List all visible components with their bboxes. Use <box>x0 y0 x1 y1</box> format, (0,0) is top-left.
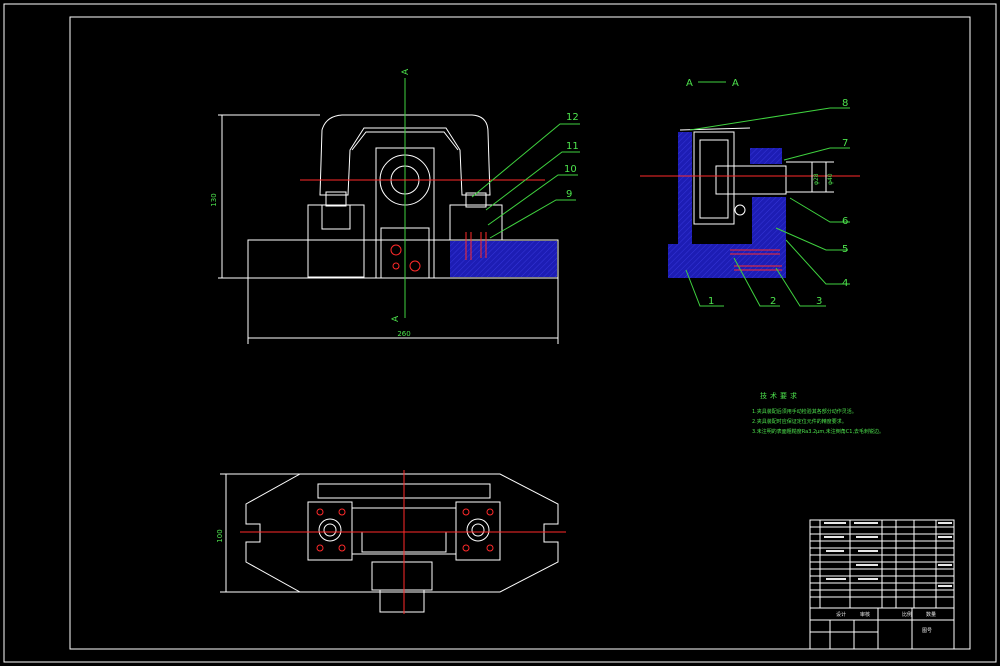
top-hole-b <box>338 508 346 516</box>
title-qty: 数量 <box>926 611 936 618</box>
leader-5 <box>775 227 848 251</box>
section-small-hole <box>734 204 746 216</box>
leader-6 <box>789 197 850 223</box>
balloon-5: 5 <box>842 244 848 255</box>
front-dim-height-text: 130 <box>210 193 218 206</box>
title-block: 设计 审核 比例 数量 图号 <box>809 519 955 650</box>
balloon-6: 6 <box>842 216 848 227</box>
front-left-bolt <box>325 191 347 207</box>
balloon-10: 10 <box>564 164 577 175</box>
balloon-1: 1 <box>708 296 714 307</box>
section-top-block <box>750 148 782 164</box>
balloon-4: 4 <box>842 278 848 289</box>
top-right-clamp <box>455 501 501 561</box>
tech-requirement-line-1: 1.夹具装配后须用手动检验其各部分动作灵活。 <box>752 408 857 415</box>
leader-7 <box>783 147 850 161</box>
top-right-bolt-inner <box>471 523 485 537</box>
tech-requirements: 技术要求 1.夹具装配后须用手动检验其各部分动作灵活。 2.夹具装配时应保证定位… <box>752 391 884 435</box>
section-upright <box>678 132 692 246</box>
front-dim-height <box>218 114 320 279</box>
front-hole-1 <box>390 244 402 256</box>
inner-frame <box>69 16 971 650</box>
top-dim-height-text: 100 <box>216 529 224 542</box>
front-hole-2 <box>409 260 421 272</box>
section-right-block <box>752 197 786 247</box>
top-hole-d <box>338 544 346 552</box>
top-base-outline <box>245 473 559 593</box>
title-scale: 比例 <box>902 611 912 618</box>
top-hole-c <box>316 544 324 552</box>
section-title-right: A <box>732 78 739 89</box>
section-dim-2: φ40 <box>827 173 834 185</box>
tech-requirements-title: 技术要求 <box>760 391 800 400</box>
section-base <box>668 244 786 278</box>
tech-requirement-line-2: 2.夹具装配时应保证定位元件的精度要求。 <box>752 418 847 425</box>
title-drawing-no: 图号 <box>922 628 932 634</box>
section-marker-bottom: A <box>391 315 401 322</box>
balloon-8: 8 <box>842 98 848 109</box>
top-hole-g <box>462 544 470 552</box>
front-view: 260 130 A A 12 11 10 9 <box>210 68 580 344</box>
top-left-bolt-outer <box>318 518 342 542</box>
leader-11 <box>485 151 580 211</box>
balloon-2: 2 <box>770 296 776 307</box>
front-dim-width-text: 260 <box>397 330 410 338</box>
cad-drawing-canvas: 260 130 A A 12 11 10 9 A A φ28 φ40 8 7 6… <box>3 3 997 663</box>
parts-list-rows <box>810 520 954 608</box>
front-hole-3 <box>392 262 400 270</box>
section-shaft <box>715 165 787 195</box>
tech-requirement-line-3: 3.未注明的表面粗糙度Ra3.2μm,未注倒角C1,去毛刺锐边。 <box>752 428 884 435</box>
section-dim-1: φ28 <box>813 173 820 185</box>
title-designed: 设计 <box>836 611 846 618</box>
leader-9 <box>489 199 576 239</box>
top-left-bolt-inner <box>323 523 337 537</box>
balloon-7: 7 <box>842 138 848 149</box>
top-lower-stub <box>379 589 425 613</box>
top-hole-a <box>316 508 324 516</box>
top-hole-e <box>462 508 470 516</box>
front-left-block <box>307 204 365 278</box>
balloon-3: 3 <box>816 296 822 307</box>
balloon-12: 12 <box>566 112 579 123</box>
section-marker-top: A <box>401 68 411 75</box>
title-checked: 审核 <box>860 611 870 618</box>
balloon-9: 9 <box>566 189 572 200</box>
section-view: A A φ28 φ40 8 7 6 5 4 3 2 1 <box>640 78 860 307</box>
top-hole-h <box>486 544 494 552</box>
top-hole-f <box>486 508 494 516</box>
section-workpiece-inner <box>699 139 729 219</box>
top-lower-block <box>371 561 433 591</box>
top-left-clamp <box>307 501 353 561</box>
top-view: 100 <box>216 470 566 614</box>
section-title-left: A <box>686 78 693 89</box>
front-left-nut <box>321 204 351 230</box>
leader-8 <box>689 107 850 131</box>
front-right-block <box>449 204 503 241</box>
top-right-bolt-outer <box>466 518 490 542</box>
balloon-11: 11 <box>566 141 579 152</box>
